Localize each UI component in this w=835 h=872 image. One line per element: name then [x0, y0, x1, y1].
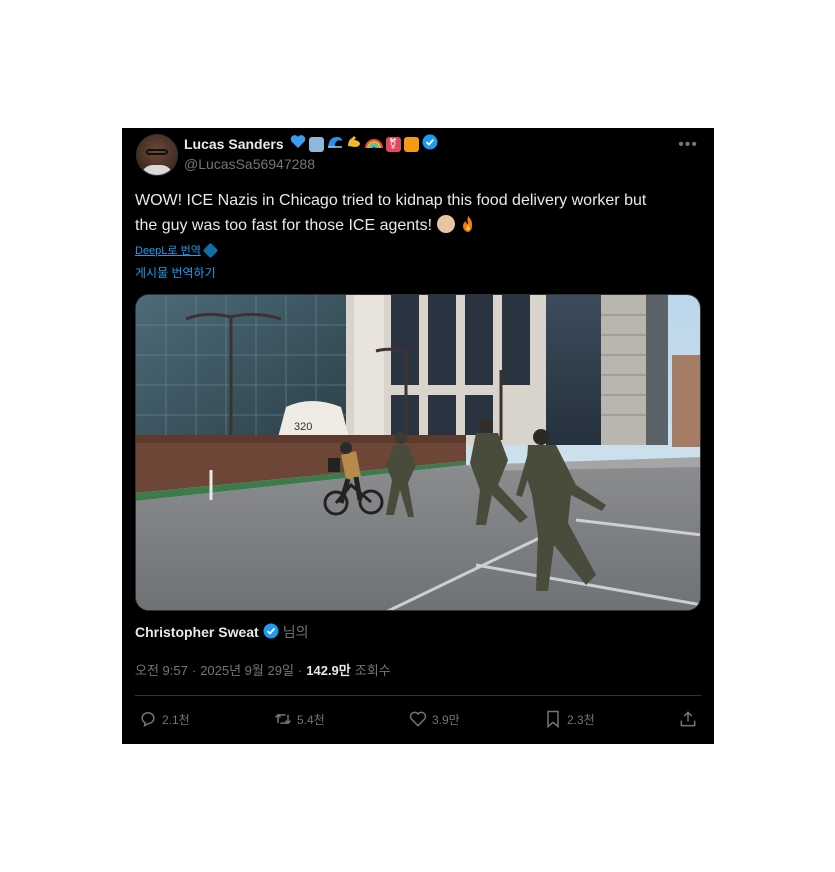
ballot-box-icon — [308, 136, 324, 152]
tweet-meta: 오전 9:57 · 2025년 9월 29일 · 142.9만 조회수 — [135, 660, 391, 679]
quoted-verified-badge-icon — [263, 623, 279, 642]
author-name-row: Lucas Sanders ⚧ — [184, 134, 438, 155]
meta-separator: · — [191, 663, 197, 678]
orange-square-icon — [403, 136, 419, 152]
tweet-time[interactable]: 오전 9:57 — [135, 660, 188, 679]
author-handle[interactable]: @LucasSa56947288 — [184, 156, 315, 172]
reply-count: 2.1천 — [162, 712, 190, 727]
tweet-text-line2: the guy was too fast for those ICE agent… — [135, 216, 433, 234]
blue-heart-icon — [290, 134, 306, 154]
avatar-shirt — [141, 165, 173, 175]
fire-icon — [459, 215, 477, 242]
avatar[interactable] — [136, 134, 178, 176]
tweet-media-image[interactable]: 320 — [135, 294, 701, 611]
deepl-label: DeepL로 번역 — [135, 245, 201, 257]
view-count-label: 조회수 — [354, 663, 391, 678]
repost-button[interactable]: 5.4천 — [273, 709, 325, 729]
share-button[interactable] — [678, 709, 698, 729]
tweet-card: Lucas Sanders ⚧ @LucasSa56947288 ••• WOW… — [122, 128, 714, 744]
street-scene-photo: 320 — [136, 295, 700, 610]
tweet-text: WOW! ICE Nazis in Chicago tried to kidna… — [135, 189, 701, 241]
author-display-name[interactable]: Lucas Sanders — [184, 136, 284, 152]
bookmark-icon — [547, 710, 559, 729]
reply-button[interactable]: 2.1천 — [138, 709, 190, 729]
quoted-author[interactable]: Christopher Sweat 님의 — [135, 622, 308, 642]
more-options-icon[interactable]: ••• — [678, 136, 698, 154]
clapping-hands-icon — [436, 214, 455, 233]
deepl-icon — [202, 242, 219, 258]
flexed-biceps-icon — [346, 134, 362, 154]
repost-icon — [274, 713, 292, 725]
translate-post-link[interactable]: 게시물 번역하기 — [135, 264, 216, 281]
quoted-author-suffix: 님의 — [282, 624, 309, 640]
tweet-text-line1: WOW! ICE Nazis in Chicago tried to kidna… — [135, 192, 647, 209]
deepl-translate-link[interactable]: DeepL로 번역 — [135, 242, 219, 258]
divider — [135, 695, 701, 696]
tweet-date[interactable]: 2025년 9월 29일 — [200, 660, 294, 679]
tweet-actions: 2.1천 5.4천 3.9만 2.3천 — [138, 708, 698, 730]
like-count: 3.9만 — [432, 712, 460, 727]
quoted-author-name: Christopher Sweat — [135, 624, 259, 640]
reply-icon — [141, 712, 155, 728]
verified-badge-icon — [422, 134, 438, 155]
heart-icon — [409, 711, 427, 727]
share-icon — [680, 711, 696, 727]
wave-icon — [327, 134, 343, 154]
rainbow-icon — [364, 134, 383, 154]
like-button[interactable]: 3.9만 — [408, 709, 460, 729]
transgender-symbol-icon: ⚧ — [385, 136, 401, 152]
bookmark-count: 2.3천 — [567, 712, 595, 727]
view-count: 142.9만 — [306, 663, 351, 678]
building-sign-text: 320 — [294, 421, 312, 433]
repost-count: 5.4천 — [297, 712, 325, 727]
bookmark-button[interactable]: 2.3천 — [543, 709, 595, 729]
avatar-glasses — [146, 149, 168, 155]
meta-separator-2: · — [297, 663, 303, 678]
